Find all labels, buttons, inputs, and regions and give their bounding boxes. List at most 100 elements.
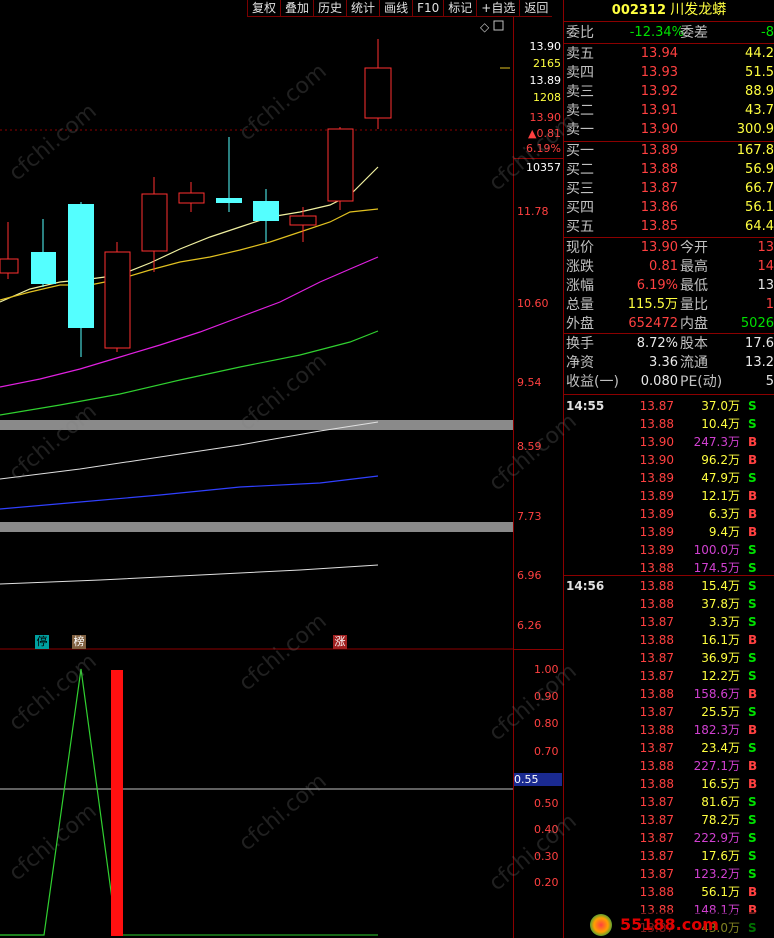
- tick-row[interactable]: 13.88 227.1万 B: [564, 757, 774, 775]
- order-row[interactable]: 买一 13.89 167.8: [564, 142, 774, 160]
- order-price: 13.86: [640, 200, 678, 215]
- order-row[interactable]: 卖四 13.93 51.5: [564, 64, 774, 82]
- toolbar-button[interactable]: 统计: [346, 0, 380, 17]
- tick-row[interactable]: 13.89 6.3万 B: [564, 505, 774, 523]
- tick-price: 13.87: [639, 399, 674, 413]
- tick-row[interactable]: 13.89 9.4万 B: [564, 523, 774, 541]
- logo-icon: [590, 914, 612, 936]
- order-row[interactable]: 买四 13.86 56.1: [564, 199, 774, 217]
- toolbar-button[interactable]: 复权: [247, 0, 281, 17]
- stock-code: 002312: [611, 3, 667, 18]
- tick-row[interactable]: 13.87 81.6万 S: [564, 793, 774, 811]
- order-row[interactable]: 卖五 13.94 44.2: [564, 45, 774, 63]
- tick-row[interactable]: 13.88 16.5万 B: [564, 775, 774, 793]
- tick-row[interactable]: 13.88 10.4万 S: [564, 415, 774, 433]
- order-row[interactable]: 买三 13.87 66.7: [564, 180, 774, 198]
- order-price: 13.88: [640, 162, 678, 177]
- price-axis-label: 6.96: [517, 569, 542, 582]
- tick-direction: B: [748, 489, 758, 503]
- tick-direction: B: [748, 759, 758, 773]
- tick-volume: 6.3万: [708, 507, 740, 521]
- tick-row[interactable]: 13.87 23.4万 S: [564, 739, 774, 757]
- tick-volume: 96.2万: [701, 453, 740, 467]
- tick-row[interactable]: 13.88 15.4万 S: [564, 577, 774, 595]
- tick-row[interactable]: 13.87 3.3万 S: [564, 613, 774, 631]
- candle: [31, 219, 56, 287]
- stat-label: 现价: [566, 240, 594, 256]
- tick-row[interactable]: 13.87 17.6万 S: [564, 847, 774, 865]
- tick-row[interactable]: 13.87 222.9万 S: [564, 829, 774, 847]
- tick-row[interactable]: 13.88 182.3万 B: [564, 721, 774, 739]
- tick-price: 13.88: [639, 723, 674, 737]
- indicator-axis-label: 0.50: [534, 797, 559, 810]
- order-price: 13.93: [640, 65, 678, 80]
- toolbar-button[interactable]: 画线: [379, 0, 413, 17]
- order-row[interactable]: 卖二 13.91 43.7: [564, 102, 774, 120]
- price-pct: 6.19%: [526, 142, 561, 155]
- stat-value: 13: [757, 278, 774, 293]
- order-label: 买三: [566, 181, 594, 197]
- tick-direction: S: [748, 849, 757, 863]
- tick-row[interactable]: 13.87 123.2万 S: [564, 865, 774, 883]
- order-volume: 51.5: [745, 65, 774, 80]
- order-row[interactable]: 买二 13.88 56.9: [564, 161, 774, 179]
- order-row[interactable]: 买五 13.85 64.4: [564, 218, 774, 236]
- candle: [0, 222, 19, 279]
- weibi-label: 委比: [566, 25, 594, 41]
- toolbar-button[interactable]: 叠加: [280, 0, 314, 17]
- toolbar-button[interactable]: 标记: [443, 0, 477, 17]
- order-price: 13.94: [640, 46, 678, 61]
- tick-row[interactable]: 13.89 100.0万 S: [564, 541, 774, 559]
- stat-label: 净资: [566, 355, 594, 371]
- weibi-value: -12.34%: [629, 25, 684, 40]
- tick-volume: 123.2万: [693, 867, 740, 881]
- order-volume: 300.9: [736, 122, 774, 137]
- watermark-site: 55188.com: [620, 915, 719, 934]
- tick-price: 13.89: [639, 507, 674, 521]
- tick-row[interactable]: 13.90 96.2万 B: [564, 451, 774, 469]
- order-price: 13.91: [640, 103, 678, 118]
- tick-price: 13.88: [639, 417, 674, 431]
- weibi-row: 委比 -12.34% 委差 -8: [564, 24, 774, 42]
- stat-value: 13.2: [745, 355, 774, 370]
- kline-chart[interactable]: ◇: [0, 17, 513, 938]
- tick-row[interactable]: 13.90 247.3万 B: [564, 433, 774, 451]
- vol-top: 2165: [533, 57, 561, 70]
- tick-row[interactable]: 13.87 36.9万 S: [564, 649, 774, 667]
- tick-row[interactable]: 13.88 37.8万 S: [564, 595, 774, 613]
- tick-row[interactable]: 13.88 16.1万 B: [564, 631, 774, 649]
- stat-row: 涨跌 0.81 最高 14: [564, 258, 774, 276]
- tick-direction: S: [748, 867, 757, 881]
- tick-row[interactable]: 13.87 25.5万 S: [564, 703, 774, 721]
- tick-volume: 23.4万: [701, 741, 740, 755]
- tick-volume: 47.9万: [701, 471, 740, 485]
- price-current: 13.90: [529, 111, 562, 124]
- tick-price: 13.90: [639, 453, 674, 467]
- toolbar-button[interactable]: 返回: [519, 0, 553, 17]
- tick-row[interactable]: 13.87 12.2万 S: [564, 667, 774, 685]
- stat-value: 652472: [628, 316, 678, 331]
- order-label: 买一: [566, 143, 594, 159]
- order-row[interactable]: 卖三 13.92 88.9: [564, 83, 774, 101]
- tick-price: 13.90: [639, 435, 674, 449]
- tick-row[interactable]: 13.88 56.1万 B: [564, 883, 774, 901]
- toolbar-button[interactable]: F10: [412, 0, 444, 17]
- candle: [216, 137, 242, 212]
- tick-volume: 25.5万: [701, 705, 740, 719]
- indicator-green-line: [0, 668, 113, 936]
- toolbar-button[interactable]: +自选: [476, 0, 520, 17]
- order-volume: 56.9: [745, 162, 774, 177]
- toolbar-button[interactable]: 历史: [313, 0, 347, 17]
- order-row[interactable]: 卖一 13.90 300.9: [564, 121, 774, 139]
- indicator-axis-label: 0.55: [514, 773, 562, 786]
- tick-price: 13.88: [639, 687, 674, 701]
- tick-row[interactable]: 13.89 12.1万 B: [564, 487, 774, 505]
- candle: [141, 177, 168, 272]
- tick-row[interactable]: 13.87 37.0万 S: [564, 397, 774, 415]
- stat-row: 换手 8.72% 股本 17.6: [564, 335, 774, 353]
- tick-row[interactable]: 13.88 158.6万 B: [564, 685, 774, 703]
- tick-row[interactable]: 13.89 47.9万 S: [564, 469, 774, 487]
- order-label: 买四: [566, 200, 594, 216]
- stat-label: 股本: [680, 336, 708, 352]
- tick-row[interactable]: 13.87 78.2万 S: [564, 811, 774, 829]
